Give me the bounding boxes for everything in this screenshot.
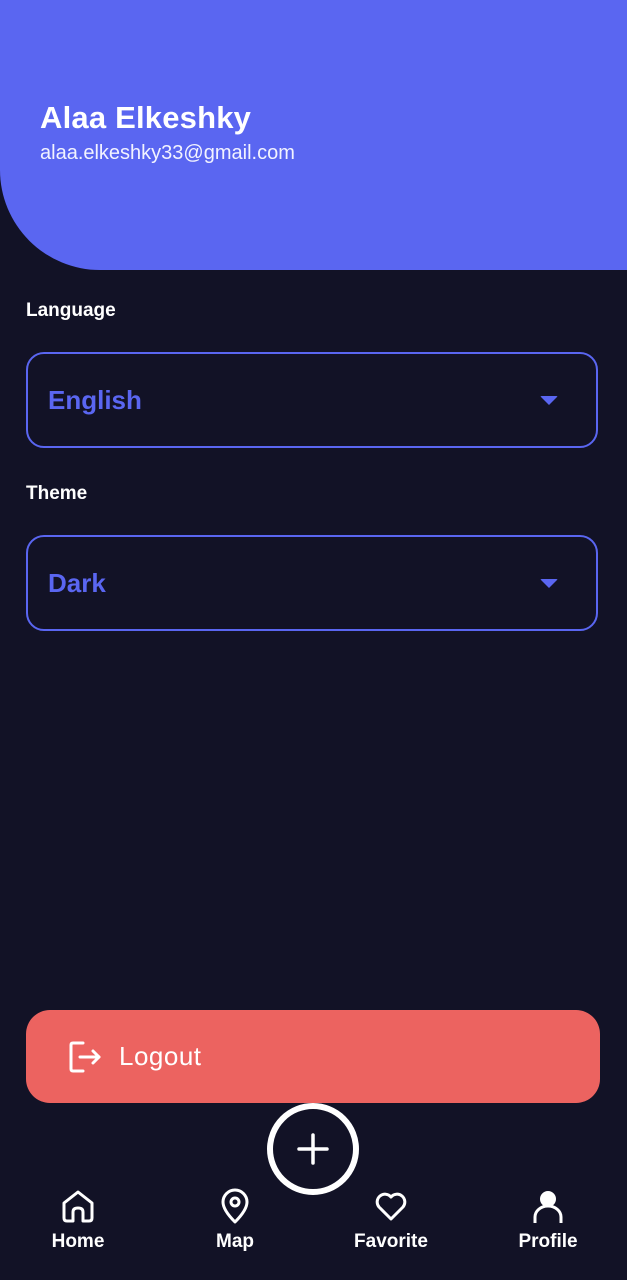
theme-label: Theme [26,483,88,504]
nav-item-profile[interactable]: Profile [483,1185,613,1253]
user-email: alaa.elkeshky33@gmail.com [40,142,295,164]
language-value: English [48,384,142,415]
language-label: Language [26,300,116,321]
nav-label-profile: Profile [518,1231,578,1252]
nav-label-favorite: Favorite [354,1231,428,1252]
user-name: Alaa Elkeshky [40,100,252,135]
heart-icon [375,1192,407,1221]
logout-label: Logout [119,1041,202,1071]
plus-icon [297,1133,329,1165]
theme-dropdown[interactable]: Dark [26,535,598,631]
profile-header: Alaa Elkeshky alaa.elkeshky33@gmail.com [0,0,627,270]
nav-label-home: Home [51,1231,105,1252]
home-icon [62,1190,94,1223]
add-button[interactable] [267,1103,359,1195]
nav-item-home[interactable]: Home [13,1185,143,1253]
nav-label-map: Map [216,1231,254,1252]
bottom-navigation: Home Map Favorite Profile [0,1185,627,1280]
language-dropdown[interactable]: English [26,352,598,448]
nav-item-map[interactable]: Map [170,1185,300,1253]
map-pin-icon [221,1188,249,1224]
person-icon [533,1191,563,1223]
nav-item-favorite[interactable]: Favorite [326,1185,456,1253]
logout-button[interactable]: Logout [26,1010,600,1103]
theme-value: Dark [48,567,106,598]
logout-icon [69,1041,101,1072]
chevron-down-icon [540,578,558,588]
chevron-down-icon [540,395,558,405]
